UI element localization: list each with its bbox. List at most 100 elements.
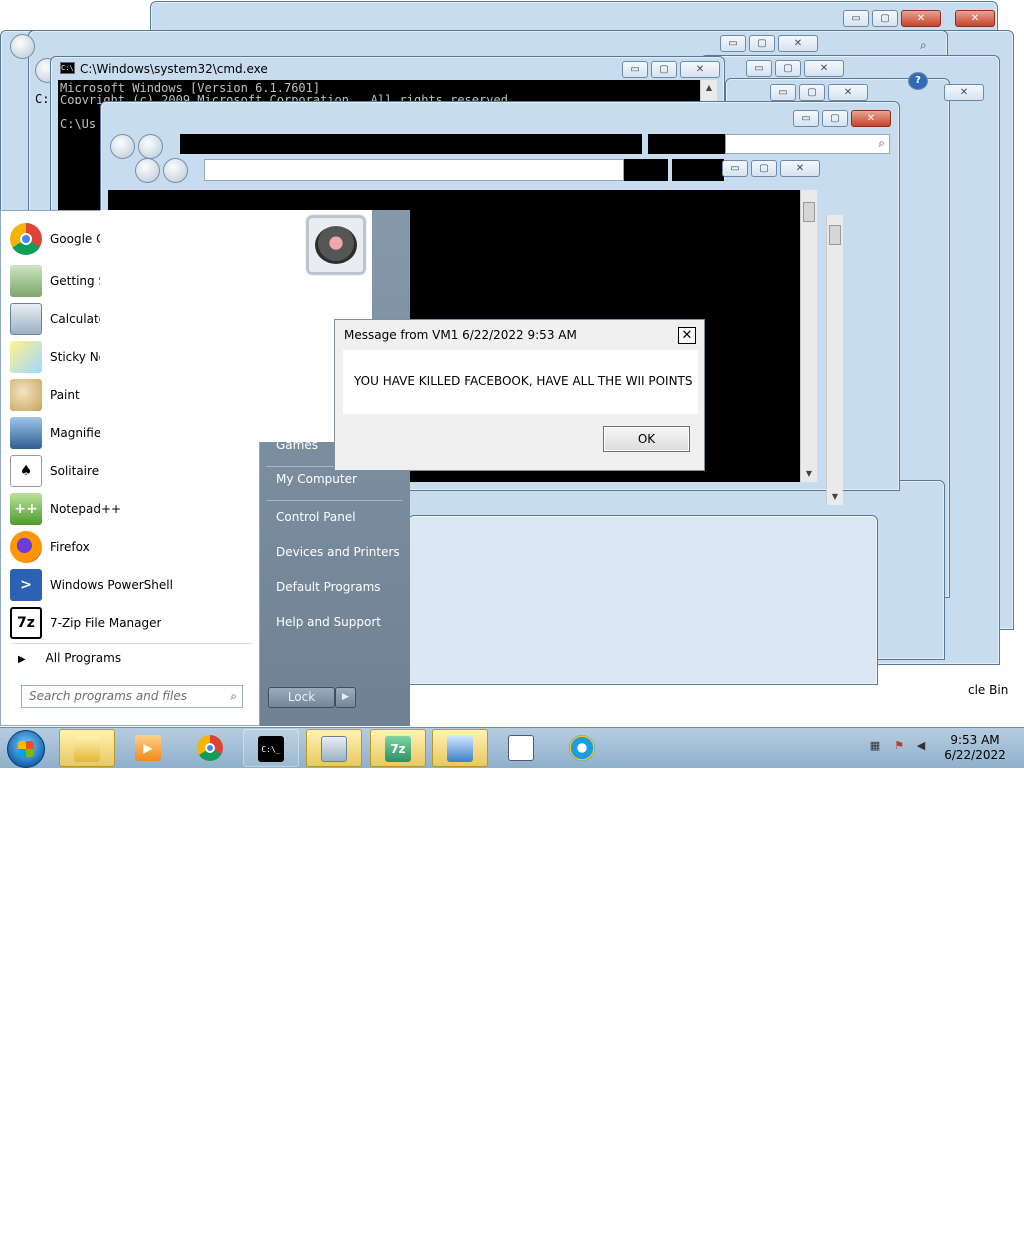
start-right-devices-printers[interactable]: Devices and Printers — [276, 545, 400, 559]
lock-button[interactable]: Lock — [268, 687, 335, 708]
nav-back-icon[interactable] — [10, 34, 35, 59]
start-menu-program[interactable]: ♠ Solitaire — [10, 453, 255, 489]
start-menu-program[interactable]: Getting S — [10, 263, 255, 299]
nav-back-icon[interactable] — [110, 134, 135, 159]
network-icon[interactable]: ▦ — [868, 739, 882, 753]
start-menu-program[interactable]: Google C — [10, 221, 255, 257]
window-caption-buttons-4: ▭ ▢ ✕ — [746, 60, 844, 77]
front-scrollbar[interactable]: ▼ — [800, 190, 817, 482]
maximize-button[interactable]: ▢ — [751, 160, 777, 177]
minimize-button[interactable]: ▭ — [720, 35, 746, 52]
scroll-down-arrow[interactable]: ▼ — [801, 466, 817, 482]
program-label: Solitaire — [50, 464, 100, 478]
all-programs-item[interactable]: ▶ All Programs — [18, 651, 121, 665]
maximize-button[interactable]: ▢ — [775, 60, 801, 77]
scroll-down-arrow[interactable]: ▼ — [827, 489, 843, 505]
window-caption-buttons-2: ✕ — [955, 10, 995, 27]
taskbar-internet-explorer[interactable] — [555, 729, 611, 767]
background-window-6-client — [0, 1040, 415, 1150]
start-menu-program[interactable]: Calculato — [10, 301, 255, 337]
nav-back-icon[interactable] — [135, 158, 160, 183]
action-center-flag-icon[interactable]: ⚑ — [892, 739, 906, 753]
start-right-default-programs[interactable]: Default Programs — [276, 580, 381, 594]
close-button[interactable]: ✕ — [680, 61, 720, 78]
taskbar-calculator[interactable] — [306, 729, 362, 767]
start-menu-program[interactable]: Magnifier — [10, 415, 255, 451]
help-icon[interactable]: ? — [908, 72, 928, 90]
close-button[interactable]: ✕ — [901, 10, 941, 27]
program-label: Magnifier — [50, 426, 100, 440]
lock-options-arrow-icon[interactable]: ▶ — [335, 687, 356, 708]
minimize-button[interactable]: ▭ — [722, 160, 748, 177]
start-menu-program[interactable]: Sticky No — [10, 339, 255, 375]
taskbar-task-manager[interactable] — [494, 729, 550, 767]
console-line: Microsoft Windows [Version 6.1.7601] — [60, 81, 321, 95]
close-button[interactable]: ✕ — [828, 84, 868, 101]
taskbar-media-player[interactable]: ▶ — [121, 729, 177, 767]
close-button[interactable]: ✕ — [780, 160, 820, 177]
minimize-button[interactable]: ▭ — [770, 84, 796, 101]
scroll-up-arrow[interactable]: ▲ — [701, 80, 717, 96]
minimize-button[interactable]: ▭ — [843, 10, 869, 27]
minimize-button[interactable]: ▭ — [746, 60, 772, 77]
start-menu-program[interactable]: ++ Notepad++ — [10, 491, 255, 527]
address-field[interactable] — [204, 159, 624, 181]
taskbar-control-panel[interactable] — [432, 729, 488, 767]
search-icon[interactable]: ⌕ — [920, 38, 927, 53]
ok-button[interactable]: OK — [603, 426, 690, 452]
background-window-7[interactable] — [408, 515, 878, 685]
start-menu-program[interactable]: Paint — [10, 377, 255, 413]
getting-started-icon — [10, 265, 42, 297]
start-right-control-panel[interactable]: Control Panel — [276, 510, 356, 524]
maximize-button[interactable]: ▢ — [651, 61, 677, 78]
taskbar-clock[interactable]: 9:53 AM 6/22/2022 — [940, 733, 1010, 763]
program-label: Paint — [50, 388, 80, 402]
notepad-plus-plus-icon: ++ — [10, 493, 42, 525]
maximize-button[interactable]: ▢ — [799, 84, 825, 101]
address-bar[interactable] — [180, 134, 642, 154]
scroll-thumb[interactable] — [829, 225, 841, 245]
taskbar-explorer[interactable] — [59, 729, 115, 767]
search-field[interactable]: ⌕ — [725, 134, 890, 154]
taskbar-chrome[interactable] — [183, 729, 239, 767]
start-right-my-computer[interactable]: My Computer — [276, 472, 357, 486]
volume-icon[interactable]: ◀ — [914, 739, 928, 753]
start-right-games[interactable]: Games — [276, 438, 318, 452]
nav-forward-icon[interactable] — [138, 134, 163, 159]
minimize-button[interactable]: ▭ — [622, 61, 648, 78]
maximize-button[interactable]: ▢ — [749, 35, 775, 52]
start-menu-program[interactable]: 7z 7-Zip File Manager — [10, 605, 255, 641]
inner-caption-buttons: ▭ ▢ ✕ — [722, 160, 820, 177]
minimize-button[interactable]: ▭ — [793, 110, 819, 127]
chrome-icon — [10, 223, 42, 255]
side-scrollbar[interactable]: ▼ — [826, 215, 843, 505]
start-button[interactable] — [7, 730, 45, 768]
start-search-input[interactable]: Search programs and files ⌕ — [21, 685, 243, 708]
start-right-help-support[interactable]: Help and Support — [276, 615, 381, 629]
close-button[interactable]: ✕ — [955, 10, 995, 27]
cmd-window-title: C:\Windows\system32\cmd.exe — [80, 62, 268, 76]
recycle-bin-label[interactable]: cle Bin — [968, 683, 1008, 697]
dialog-close-button[interactable]: ✕ — [678, 327, 696, 344]
console-line: C:\Us — [60, 117, 97, 131]
internet-explorer-icon — [569, 735, 595, 761]
nav-forward-icon[interactable] — [163, 158, 188, 183]
scroll-thumb[interactable] — [803, 202, 815, 222]
close-button[interactable]: ✕ — [944, 84, 984, 101]
paint-icon — [10, 379, 42, 411]
address-bar[interactable] — [624, 159, 668, 181]
search-bar[interactable] — [672, 159, 724, 181]
start-menu-program[interactable]: Firefox — [10, 529, 255, 565]
maximize-button[interactable]: ▢ — [822, 110, 848, 127]
start-menu-program[interactable]: > Windows PowerShell — [10, 567, 255, 603]
close-button[interactable]: ✕ — [851, 110, 891, 127]
dialog-body: YOU HAVE KILLED FACEBOOK, HAVE ALL THE W… — [343, 350, 698, 414]
close-button[interactable]: ✕ — [804, 60, 844, 77]
user-picture[interactable] — [307, 216, 365, 274]
taskbar-cmd[interactable]: C:\_ — [243, 729, 299, 767]
calculator-icon — [321, 736, 347, 762]
maximize-button[interactable]: ▢ — [872, 10, 898, 27]
window-caption-buttons-3: ▭ ▢ ✕ — [720, 35, 818, 52]
taskbar-7zip[interactable]: 7z — [370, 729, 426, 767]
close-button[interactable]: ✕ — [778, 35, 818, 52]
